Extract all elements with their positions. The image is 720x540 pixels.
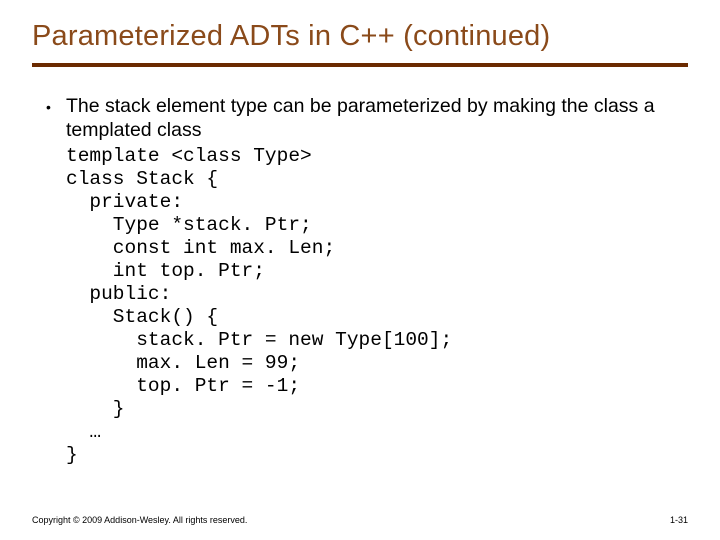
slide: Parameterized ADTs in C++ (continued) Th… xyxy=(0,0,720,540)
footer-page-number: 1-31 xyxy=(670,515,688,525)
slide-body: The stack element type can be parameteri… xyxy=(32,95,688,467)
footer-copyright: Copyright © 2009 Addison-Wesley. All rig… xyxy=(32,515,247,525)
bullet-text: The stack element type can be parameteri… xyxy=(66,95,655,141)
bullet-item: The stack element type can be parameteri… xyxy=(40,95,688,143)
code-block: template <class Type> class Stack { priv… xyxy=(40,145,688,467)
bullet-list: The stack element type can be parameteri… xyxy=(40,95,688,143)
slide-title: Parameterized ADTs in C++ (continued) xyxy=(32,20,688,53)
title-rule xyxy=(32,63,688,67)
